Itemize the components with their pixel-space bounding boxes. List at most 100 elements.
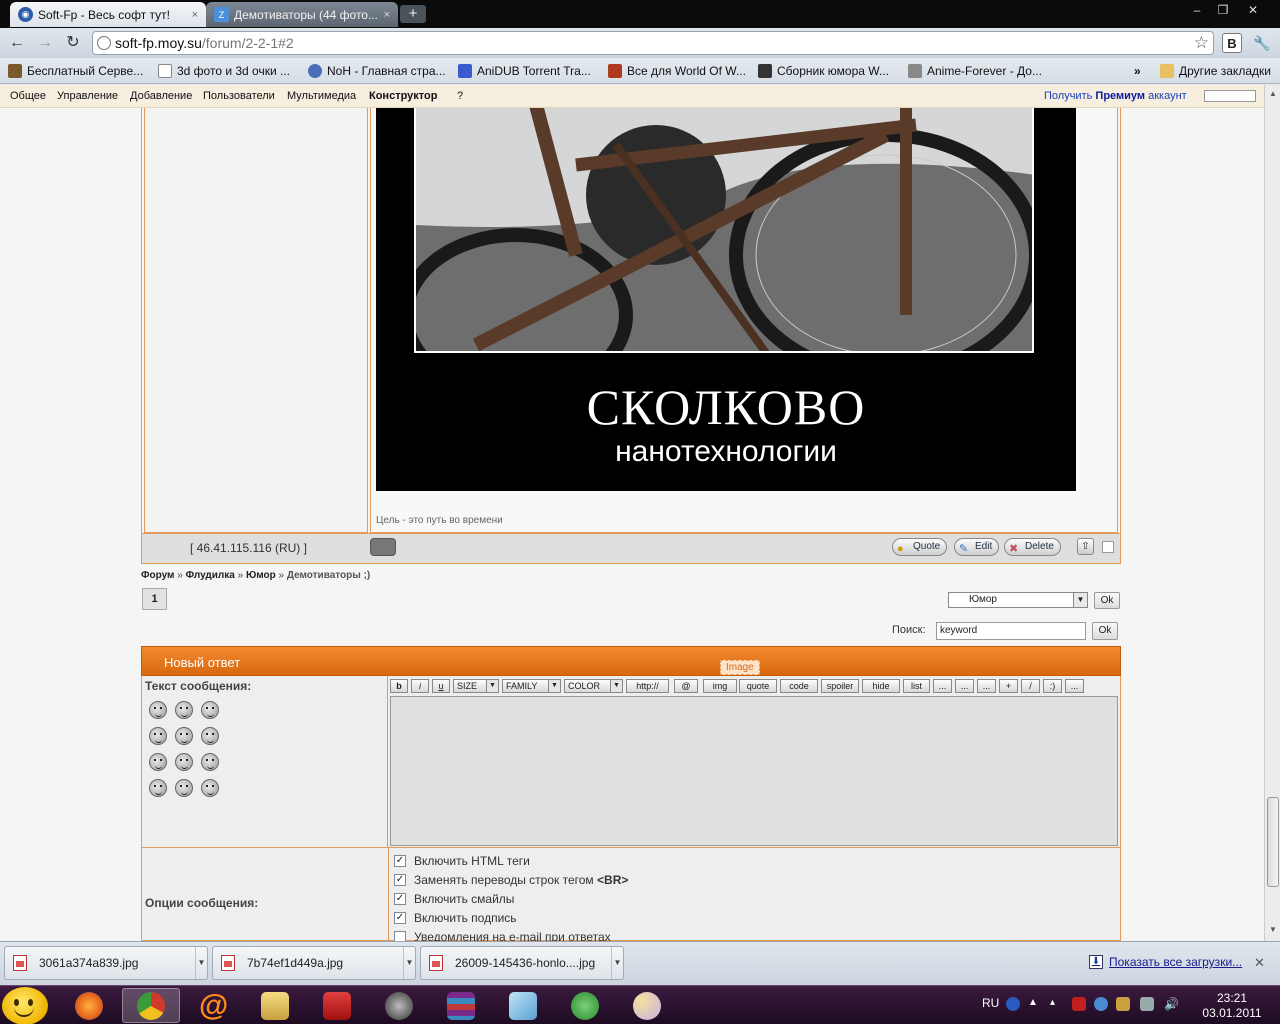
new-tab-button[interactable]: +: [400, 5, 426, 23]
size-select[interactable]: SIZE ▼: [453, 679, 499, 693]
scroll-down-arrow-icon[interactable]: ▼: [1267, 925, 1279, 937]
tab-soft-fp[interactable]: ◉ Soft-Fp - Весь софт тут! ×: [10, 2, 206, 27]
checkbox-unchecked-icon[interactable]: [394, 931, 406, 941]
bookmarks-overflow-button[interactable]: »: [1134, 62, 1141, 80]
address-bar[interactable]: soft-fp.moy.su/forum/2-2-1#2 ☆: [92, 31, 1214, 55]
forward-button[interactable]: →: [34, 32, 56, 54]
bookmark-item[interactable]: 3d фото и 3d очки ...: [158, 62, 290, 80]
smiley-icon[interactable]: [149, 779, 167, 797]
search-input[interactable]: keyword: [936, 622, 1086, 640]
close-tab-icon[interactable]: ×: [384, 9, 390, 21]
bookmark-item[interactable]: AniDUB Torrent Tra...: [458, 62, 591, 80]
taskbar-app-utorrent[interactable]: [556, 988, 614, 1023]
taskbar-app-firefox[interactable]: [60, 988, 118, 1023]
download-item[interactable]: 7b74ef1d449a.jpg ▼: [212, 946, 416, 980]
smiley-icon[interactable]: [175, 753, 193, 771]
monitor-icon[interactable]: [1140, 997, 1154, 1011]
close-tab-icon[interactable]: ×: [192, 9, 198, 21]
underline-button[interactable]: u: [432, 679, 450, 693]
option-html[interactable]: ✓ Включить HTML теги: [394, 854, 530, 868]
checkbox-checked-icon[interactable]: ✓: [394, 874, 406, 886]
edit-button[interactable]: ✎ Edit: [954, 538, 1000, 556]
smiley-icon[interactable]: [201, 779, 219, 797]
chevron-down-icon[interactable]: ▼: [611, 947, 623, 979]
bookmark-item[interactable]: Бесплатный Серве...: [8, 62, 143, 80]
taskbar-app-paint[interactable]: [618, 988, 676, 1023]
bookmark-item[interactable]: Anime-Forever - До...: [908, 62, 1042, 80]
plus-button[interactable]: +: [999, 679, 1018, 693]
image-button[interactable]: img: [703, 679, 737, 693]
bookmark-item[interactable]: Все для World Of W...: [608, 62, 746, 80]
url-button[interactable]: http://: [626, 679, 669, 693]
system-clock[interactable]: 23:21 03.01.2011: [1196, 991, 1268, 1021]
admin-menu-management[interactable]: Управление: [57, 90, 118, 102]
minimize-button[interactable]: –: [1184, 2, 1210, 18]
taskbar-app-notepad[interactable]: [494, 988, 552, 1023]
smiley-icon[interactable]: [201, 753, 219, 771]
taskbar-app-chrome[interactable]: [122, 988, 180, 1023]
flag-icon[interactable]: [1072, 997, 1086, 1011]
start-button[interactable]: [2, 987, 48, 1024]
admin-menu-general[interactable]: Общее: [10, 90, 46, 102]
italic-button[interactable]: i: [411, 679, 429, 693]
tray-app-icon[interactable]: [1116, 997, 1130, 1011]
breadcrumb-flood[interactable]: Флудилка: [186, 570, 235, 581]
color-select[interactable]: COLOR ▼: [564, 679, 623, 693]
show-all-downloads-link[interactable]: ⬇ Показать все загрузки...: [1089, 955, 1242, 969]
admin-menu-multimedia[interactable]: Мультимедиа: [287, 90, 356, 102]
more-button[interactable]: ...: [933, 679, 952, 693]
code-button[interactable]: code: [780, 679, 818, 693]
option-br[interactable]: ✓ Заменять переводы строк тегом <BR>: [394, 873, 628, 887]
option-email-notify[interactable]: Уведомления на e-mail при ответах: [394, 930, 611, 941]
language-indicator[interactable]: RU: [982, 996, 999, 1010]
checkbox-checked-icon[interactable]: ✓: [394, 855, 406, 867]
smiley-icon[interactable]: [149, 727, 167, 745]
close-downloads-icon[interactable]: ✕: [1254, 955, 1265, 971]
download-item[interactable]: 3061a374a839.jpg ▼: [4, 946, 208, 980]
smiley-icon[interactable]: [175, 727, 193, 745]
taskbar-app-mail-agent[interactable]: @: [184, 988, 242, 1023]
volume-icon[interactable]: 🔊: [1164, 997, 1179, 1011]
help-icon[interactable]: [1006, 997, 1020, 1011]
scroll-up-icon[interactable]: ⇧: [1077, 538, 1094, 555]
window-close-button[interactable]: ✕: [1240, 2, 1266, 18]
get-premium-link[interactable]: Получить Премиум аккаунт: [1044, 90, 1187, 102]
restore-button[interactable]: ❐: [1210, 2, 1236, 18]
breadcrumb-humor[interactable]: Юмор: [246, 570, 276, 581]
more-button[interactable]: ...: [955, 679, 974, 693]
option-signature[interactable]: ✓ Включить подпись: [394, 911, 517, 925]
admin-menu-add[interactable]: Добавление: [130, 90, 192, 102]
search-ok-button[interactable]: Ok: [1092, 622, 1118, 640]
webcam-icon[interactable]: [370, 538, 396, 556]
delete-button[interactable]: ✖ Delete: [1004, 538, 1061, 556]
forum-jump-select[interactable]: Юмор ▼: [948, 592, 1088, 608]
bookmark-item[interactable]: Сборник юмора W...: [758, 62, 889, 80]
smiley-icon[interactable]: [201, 727, 219, 745]
page-number-current[interactable]: 1: [142, 588, 167, 610]
smiley-icon[interactable]: [149, 701, 167, 719]
reload-button[interactable]: ↻: [62, 32, 84, 54]
message-textarea[interactable]: [390, 696, 1118, 846]
vkontakte-extension-icon[interactable]: В: [1222, 33, 1242, 53]
bookmark-item[interactable]: NoH - Главная стра...: [308, 62, 446, 80]
family-select[interactable]: FAMILY ▼: [502, 679, 561, 693]
option-smilies[interactable]: ✓ Включить смайлы: [394, 892, 514, 906]
smiley-icon[interactable]: [201, 701, 219, 719]
quote-button[interactable]: ● Quote: [892, 538, 948, 556]
admin-menu-users[interactable]: Пользователи: [203, 90, 275, 102]
chevron-up-icon[interactable]: ▲: [1028, 997, 1042, 1011]
spoiler-button[interactable]: spoiler: [821, 679, 859, 693]
quote-tag-button[interactable]: quote: [739, 679, 777, 693]
smiley-icon[interactable]: [175, 779, 193, 797]
list-button[interactable]: list: [903, 679, 930, 693]
taskbar-app-acrobat[interactable]: [308, 988, 366, 1023]
checkbox-checked-icon[interactable]: ✓: [394, 893, 406, 905]
taskbar-app-steam[interactable]: [370, 988, 428, 1023]
network-share-icon[interactable]: [1094, 997, 1108, 1011]
other-bookmarks[interactable]: Другие закладки: [1160, 62, 1271, 80]
email-button[interactable]: @: [674, 679, 698, 693]
download-item[interactable]: 26009-145436-honlo....jpg ▼: [420, 946, 624, 980]
page-scrollbar[interactable]: ▲ ▼: [1264, 85, 1280, 941]
taskbar-app-explorer[interactable]: [246, 988, 304, 1023]
post-select-checkbox[interactable]: [1102, 541, 1114, 553]
